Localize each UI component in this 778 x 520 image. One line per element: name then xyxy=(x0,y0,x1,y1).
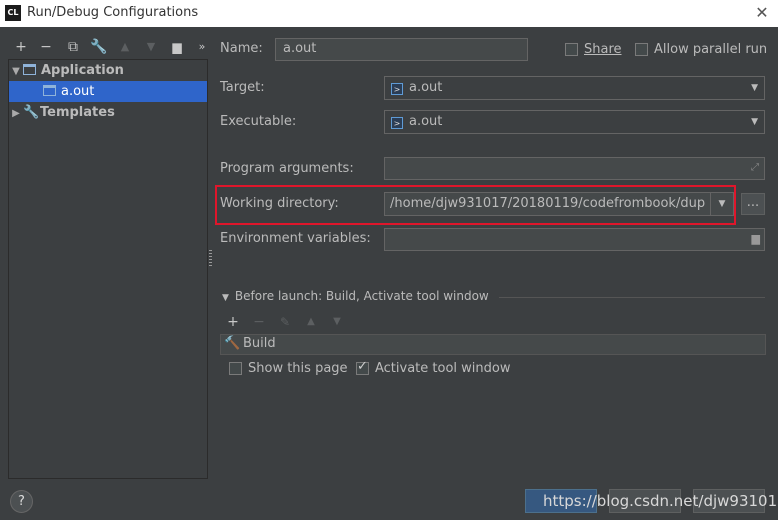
copy-icon[interactable]: ⧉ xyxy=(64,38,82,56)
more-icon[interactable]: » xyxy=(193,38,211,56)
tree-item-a-out[interactable]: a.out xyxy=(9,81,207,102)
show-page-label: Show this page xyxy=(248,361,348,376)
remove-icon[interactable]: − xyxy=(37,38,55,56)
program-args-label: Program arguments: xyxy=(220,161,354,176)
help-button[interactable]: ? xyxy=(10,490,33,513)
separator xyxy=(499,297,765,298)
tree-node-templates[interactable]: ▶ 🔧Templates xyxy=(9,102,207,123)
tree-node-application[interactable]: ▼ Application xyxy=(9,60,207,81)
browse-button[interactable]: ... xyxy=(741,193,765,215)
before-launch-title: Before launch: Build, Activate tool wind… xyxy=(234,289,489,303)
hammer-icon: 🔨 xyxy=(224,336,241,351)
target-value: a.out xyxy=(409,80,443,95)
folder-icon[interactable]: ▆ xyxy=(752,229,760,249)
name-field[interactable]: a.out xyxy=(275,38,528,61)
target-label: Target: xyxy=(220,80,265,95)
wrench-icon[interactable]: 🔧 xyxy=(90,38,108,56)
tree-node-templates-label: Templates xyxy=(40,105,115,120)
window-title: Run/Debug Configurations xyxy=(27,5,199,20)
add-icon[interactable]: + xyxy=(12,38,30,56)
activate-tool-window-checkbox[interactable] xyxy=(356,359,369,375)
name-label: Name: xyxy=(220,41,263,56)
executable-select[interactable]: > a.out ▼ xyxy=(384,110,765,134)
title-bar: CL Run/Debug Configurations ✕ xyxy=(0,0,778,27)
working-dir-field[interactable]: /home/djw931017/20180119/codefrombook/du… xyxy=(384,192,734,216)
executable-label: Executable: xyxy=(220,114,297,129)
move-down-icon[interactable]: ▼ xyxy=(142,38,160,56)
chevron-down-icon: ▼ xyxy=(751,83,758,93)
wrench-icon: 🔧 xyxy=(23,105,40,120)
env-vars-label: Environment variables: xyxy=(220,231,371,246)
before-launch-header[interactable]: ▼ Before launch: Build, Activate tool win… xyxy=(222,289,489,303)
chevron-down-icon: ▼ xyxy=(751,117,758,127)
build-task-label: Build xyxy=(243,336,276,351)
working-dir-label: Working directory: xyxy=(220,196,339,211)
add-task-icon[interactable]: + xyxy=(224,313,242,331)
collapse-arrow-icon[interactable]: ▼ xyxy=(222,293,229,303)
allow-parallel-checkbox[interactable] xyxy=(635,43,648,56)
expand-icon[interactable]: ⤢ xyxy=(751,158,759,178)
executable-icon: > xyxy=(391,83,403,95)
close-icon[interactable]: ✕ xyxy=(752,2,772,24)
collapse-arrow-icon[interactable]: ▶ xyxy=(9,103,23,124)
application-icon xyxy=(43,85,56,96)
share-label: Share xyxy=(584,42,622,57)
allow-parallel-label: Allow parallel run xyxy=(654,42,768,57)
share-checkbox[interactable] xyxy=(565,43,578,56)
expand-arrow-icon[interactable]: ▼ xyxy=(9,61,23,82)
tree-item-label: a.out xyxy=(61,84,95,99)
watermark-text: https://blog.csdn.net/djw931017 xyxy=(543,492,778,510)
program-args-field[interactable]: ⤢ xyxy=(384,157,765,180)
move-up-icon[interactable]: ▲ xyxy=(302,313,320,331)
activate-tool-window-label: Activate tool window xyxy=(375,361,511,376)
splitter-handle[interactable] xyxy=(209,250,212,266)
build-task-row[interactable]: 🔨 Build xyxy=(220,334,766,355)
edit-task-icon[interactable]: ✎ xyxy=(276,313,294,331)
clion-app-icon: CL xyxy=(5,5,21,21)
configuration-tree[interactable]: ▼ Application a.out ▶ 🔧Templates xyxy=(8,59,208,479)
folder-icon[interactable]: ▆ xyxy=(168,38,186,56)
working-dir-value: /home/djw931017/20180119/codefrombook/du… xyxy=(390,196,706,211)
chevron-down-icon[interactable]: ▼ xyxy=(710,193,733,215)
tree-node-application-label: Application xyxy=(41,63,124,78)
target-select[interactable]: > a.out ▼ xyxy=(384,76,765,100)
remove-task-icon[interactable]: − xyxy=(250,313,268,331)
move-down-icon[interactable]: ▼ xyxy=(328,313,346,331)
move-up-icon[interactable]: ▲ xyxy=(116,38,134,56)
env-vars-field[interactable]: ▆ xyxy=(384,228,765,251)
application-icon xyxy=(23,64,36,75)
executable-icon: > xyxy=(391,117,403,129)
executable-value: a.out xyxy=(409,114,443,129)
show-page-checkbox[interactable] xyxy=(229,362,242,375)
